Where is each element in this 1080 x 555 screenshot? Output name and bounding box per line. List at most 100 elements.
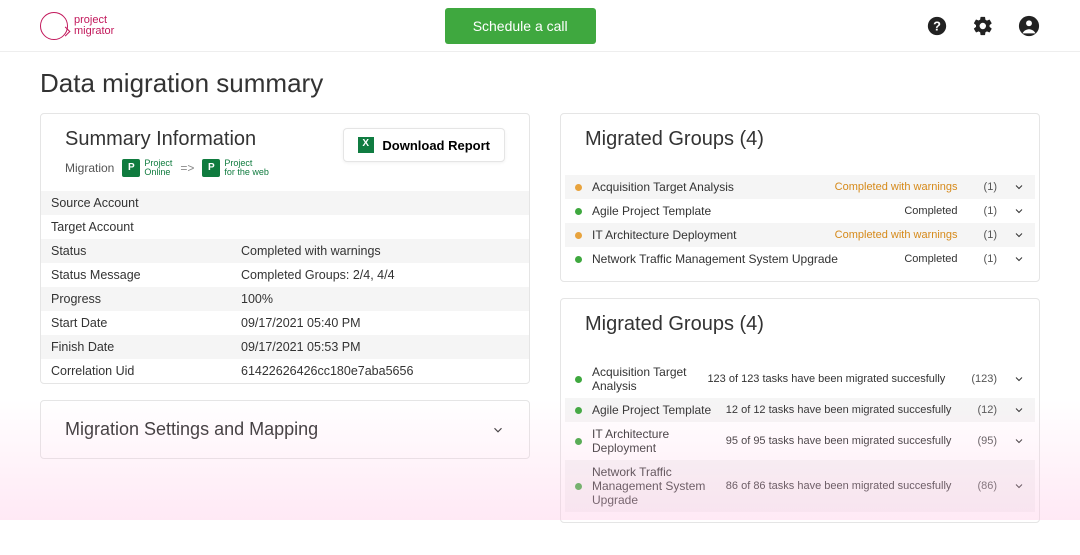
- gear-icon[interactable]: [972, 15, 994, 37]
- chevron-down-icon[interactable]: [1013, 373, 1025, 385]
- status-dot-icon: [575, 256, 582, 263]
- settings-title: Migration Settings and Mapping: [65, 419, 318, 440]
- row-value: Completed Groups: 2/4, 4/4: [231, 263, 529, 287]
- project-web-icon: P: [202, 159, 220, 177]
- status-dot-icon: [575, 407, 582, 414]
- svg-text:?: ?: [933, 18, 941, 33]
- chevron-down-icon[interactable]: [1013, 404, 1025, 416]
- groups-b-title: Migrated Groups (4): [585, 313, 1015, 336]
- group-count: (1): [984, 229, 997, 241]
- header-icons: ?: [926, 15, 1040, 37]
- table-row: StatusCompleted with warnings: [41, 239, 529, 263]
- table-row: Correlation Uid61422626426cc180e7aba5656: [41, 359, 529, 383]
- group-status: Completed with warnings: [835, 229, 958, 241]
- row-key: Status: [41, 239, 231, 263]
- group-count: (1): [984, 205, 997, 217]
- chevron-down-icon[interactable]: [1013, 480, 1025, 492]
- group-name: Network Traffic Management System Upgrad…: [592, 252, 894, 266]
- group-name: Agile Project Template: [592, 403, 716, 417]
- status-dot-icon: [575, 483, 582, 490]
- status-dot-icon: [575, 376, 582, 383]
- group-name: Acquisition Target Analysis: [592, 365, 697, 393]
- logo-text-top: project: [74, 15, 114, 26]
- group-row[interactable]: Agile Project Template Completed (1): [565, 199, 1035, 223]
- group-name: IT Architecture Deployment: [592, 228, 825, 242]
- summary-table: Source AccountTarget AccountStatusComple…: [41, 191, 529, 383]
- table-row: Progress100%: [41, 287, 529, 311]
- logo-icon: [40, 12, 68, 40]
- summary-title: Summary Information: [65, 128, 269, 151]
- row-value: [231, 191, 529, 215]
- group-status: 123 of 123 tasks have been migrated succ…: [707, 373, 945, 385]
- settings-card[interactable]: Migration Settings and Mapping: [40, 400, 530, 459]
- group-name: Network Traffic Management System Upgrad…: [592, 465, 716, 507]
- row-key: Source Account: [41, 191, 231, 215]
- account-icon[interactable]: [1018, 15, 1040, 37]
- row-value: [231, 215, 529, 239]
- header: project migrator Schedule a call ?: [0, 0, 1080, 52]
- group-row[interactable]: Acquisition Target Analysis Completed wit…: [565, 175, 1035, 199]
- group-status: 95 of 95 tasks have been migrated succes…: [726, 435, 952, 447]
- status-dot-icon: [575, 438, 582, 445]
- header-center: Schedule a call: [114, 8, 926, 44]
- row-key: Progress: [41, 287, 231, 311]
- project-online-icon: P: [122, 159, 140, 177]
- group-name: Agile Project Template: [592, 204, 894, 218]
- group-status: Completed: [904, 253, 957, 265]
- status-dot-icon: [575, 208, 582, 215]
- row-key: Start Date: [41, 311, 231, 335]
- group-count: (95): [977, 435, 997, 447]
- row-key: Correlation Uid: [41, 359, 231, 383]
- group-status: Completed with warnings: [835, 181, 958, 193]
- row-value: 61422626426cc180e7aba5656: [231, 359, 529, 383]
- table-row: Finish Date09/17/2021 05:53 PM: [41, 335, 529, 359]
- chevron-down-icon[interactable]: [1013, 205, 1025, 217]
- group-row[interactable]: Acquisition Target Analysis 123 of 123 ta…: [565, 360, 1035, 398]
- groups-a-title: Migrated Groups (4): [585, 128, 1015, 151]
- chevron-down-icon[interactable]: [1013, 253, 1025, 265]
- group-row[interactable]: IT Architecture Deployment Completed with…: [565, 223, 1035, 247]
- status-dot-icon: [575, 184, 582, 191]
- migrated-groups-card-a: Migrated Groups (4) Acquisition Target A…: [560, 113, 1040, 282]
- download-report-label: Download Report: [382, 138, 490, 153]
- row-value: 09/17/2021 05:40 PM: [231, 311, 529, 335]
- group-status: 12 of 12 tasks have been migrated succes…: [726, 404, 952, 416]
- group-count: (123): [971, 373, 997, 385]
- help-icon[interactable]: ?: [926, 15, 948, 37]
- group-row[interactable]: Network Traffic Management System Upgrad…: [565, 247, 1035, 271]
- table-row: Start Date09/17/2021 05:40 PM: [41, 311, 529, 335]
- chevron-down-icon[interactable]: [491, 423, 505, 437]
- migration-label: Migration: [65, 161, 114, 175]
- migration-line: Migration P Project Online =>: [65, 159, 269, 177]
- page-title: Data migration summary: [40, 68, 1040, 99]
- target-app-badge: P Project for the web: [202, 159, 269, 177]
- download-report-button[interactable]: Download Report: [343, 128, 505, 162]
- group-row[interactable]: Agile Project Template 12 of 12 tasks hav…: [565, 398, 1035, 422]
- group-row[interactable]: Network Traffic Management System Upgrad…: [565, 460, 1035, 512]
- schedule-call-button[interactable]: Schedule a call: [445, 8, 596, 44]
- group-name: Acquisition Target Analysis: [592, 180, 825, 194]
- chevron-down-icon[interactable]: [1013, 435, 1025, 447]
- group-row[interactable]: IT Architecture Deployment 95 of 95 tasks…: [565, 422, 1035, 460]
- chevron-down-icon[interactable]: [1013, 181, 1025, 193]
- page: Data migration summary Summary Informati…: [0, 52, 1080, 555]
- group-count: (1): [984, 181, 997, 193]
- row-value: 09/17/2021 05:53 PM: [231, 335, 529, 359]
- migrated-groups-card-b: Migrated Groups (4) Acquisition Target A…: [560, 298, 1040, 523]
- logo-text: project migrator: [74, 15, 114, 37]
- chevron-down-icon[interactable]: [1013, 229, 1025, 241]
- row-key: Target Account: [41, 215, 231, 239]
- group-status: 86 of 86 tasks have been migrated succes…: [726, 480, 952, 492]
- table-row: Source Account: [41, 191, 529, 215]
- group-status: Completed: [904, 205, 957, 217]
- group-count: (86): [977, 480, 997, 492]
- row-value: 100%: [231, 287, 529, 311]
- table-row: Status MessageCompleted Groups: 2/4, 4/4: [41, 263, 529, 287]
- group-name: IT Architecture Deployment: [592, 427, 716, 455]
- table-row: Target Account: [41, 215, 529, 239]
- status-dot-icon: [575, 232, 582, 239]
- row-value: Completed with warnings: [231, 239, 529, 263]
- group-count: (12): [977, 404, 997, 416]
- excel-icon: [358, 137, 374, 153]
- logo[interactable]: project migrator: [40, 12, 114, 40]
